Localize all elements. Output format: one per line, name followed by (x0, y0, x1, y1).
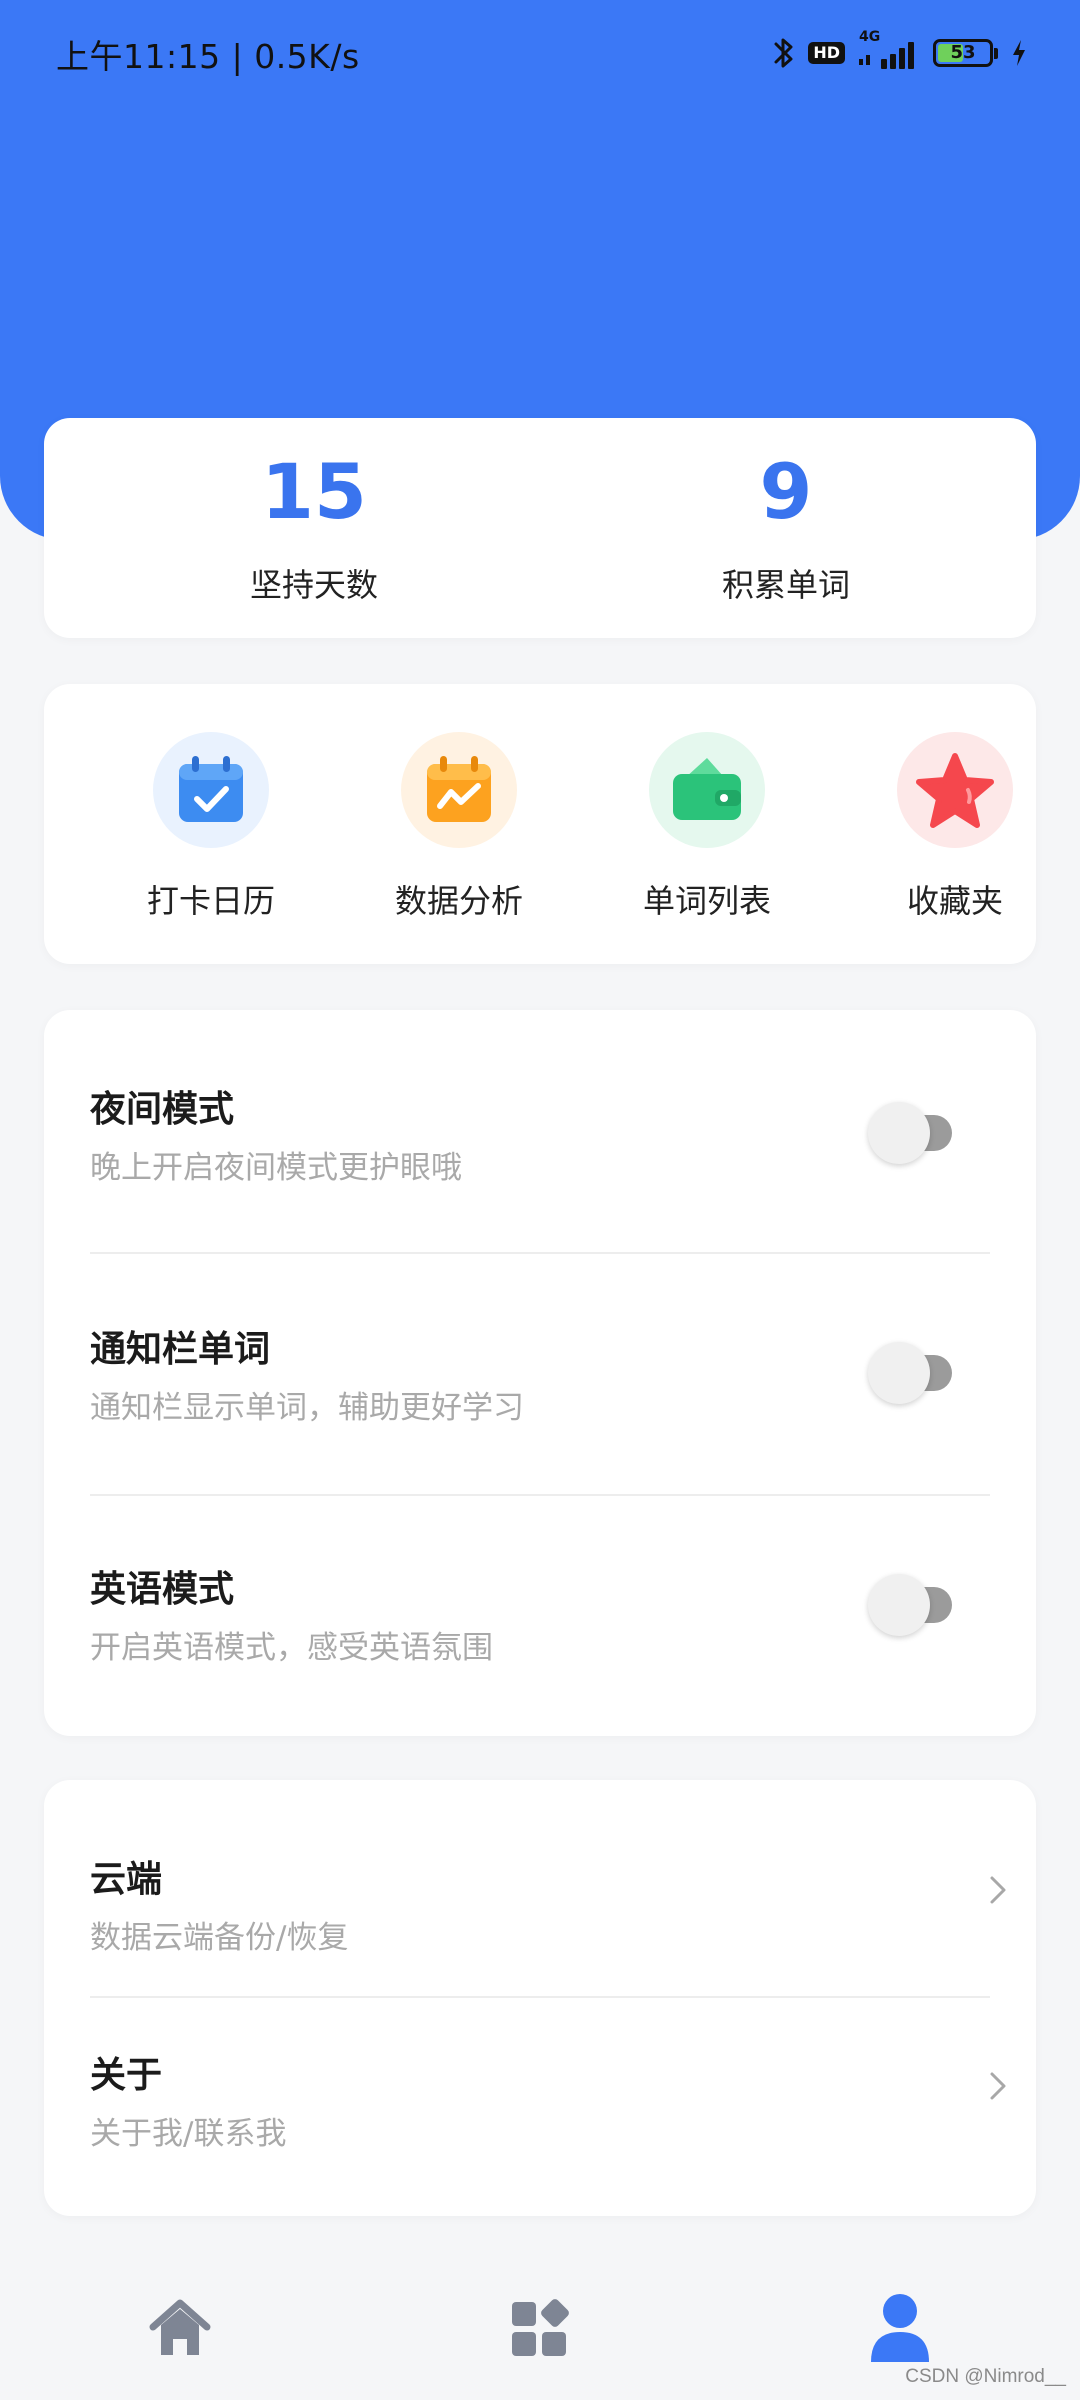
stat-words-value: 9 (759, 447, 813, 536)
setting-title: 夜间模式 (90, 1089, 235, 1130)
setting-about[interactable]: 关于 关于我/联系我 (44, 1998, 1036, 2216)
stat-words[interactable]: 9 积累单词 (636, 454, 936, 606)
chevron-right-icon (984, 1870, 1012, 1910)
stat-days-value: 15 (261, 447, 367, 536)
stats-card: 15 坚持天数 9 积累单词 (44, 418, 1036, 638)
setting-subtitle: 数据云端备份/恢复 (90, 1920, 349, 1956)
status-icons: HD 4G 53 (772, 28, 1028, 78)
calendar-check-icon (153, 732, 269, 848)
hd-badge: HD (808, 42, 845, 64)
stat-words-label: 积累单词 (721, 566, 850, 604)
battery-cap (994, 47, 998, 59)
chart-calendar-icon (401, 732, 517, 848)
link-settings-card: 云端 数据云端备份/恢复 关于 关于我/联系我 (44, 1780, 1036, 2216)
toggle-knob (868, 1574, 930, 1636)
toggle-knob (868, 1102, 930, 1164)
battery-icon: 53 (933, 39, 993, 67)
english-mode-toggle[interactable] (862, 1566, 992, 1646)
action-label: 单词列表 (642, 882, 771, 920)
stat-days-label: 坚持天数 (249, 566, 378, 604)
nav-home[interactable] (140, 2288, 220, 2368)
notification-words-toggle[interactable] (862, 1334, 992, 1414)
action-word-list[interactable]: 单词列表 (597, 732, 817, 922)
chevron-right-icon (984, 2066, 1012, 2106)
toggle-knob (868, 1342, 930, 1404)
setting-subtitle: 通知栏显示单词，辅助更好学习 (90, 1390, 524, 1426)
setting-subtitle: 晚上开启夜间模式更护眼哦 (90, 1150, 462, 1186)
setting-subtitle: 开启英语模式，感受英语氛围 (90, 1630, 493, 1666)
status-time: 上午11:15 | 0.5K/s (56, 37, 360, 76)
setting-title: 通知栏单词 (90, 1329, 271, 1370)
charging-icon (1010, 38, 1028, 68)
wallet-icon (649, 732, 765, 848)
home-icon (149, 2299, 211, 2355)
watermark: CSDN @Nimrod__ (905, 2366, 1066, 2387)
night-mode-toggle[interactable] (862, 1094, 992, 1174)
setting-title: 英语模式 (90, 1569, 235, 1610)
bluetooth-icon (772, 35, 796, 71)
nav-apps[interactable] (500, 2288, 580, 2368)
action-label: 数据分析 (394, 882, 523, 920)
action-data-analysis[interactable]: 数据分析 (349, 732, 569, 922)
setting-title: 关于 (90, 2055, 163, 2096)
action-checkin-calendar[interactable]: 打卡日历 (101, 732, 321, 922)
setting-subtitle: 关于我/联系我 (90, 2116, 287, 2152)
apps-icon (512, 2299, 569, 2356)
star-icon (897, 732, 1013, 848)
action-label: 打卡日历 (146, 882, 275, 920)
status-bar: 上午11:15 | 0.5K/s HD 4G 53 (0, 0, 1080, 110)
quick-actions-card: 打卡日历 数据分析 单词列表 收藏夹 (44, 684, 1036, 964)
signal-icon: 4G (857, 29, 921, 73)
action-favorites[interactable]: 收藏夹 (845, 732, 1065, 922)
stat-days[interactable]: 15 坚持天数 (164, 454, 464, 606)
setting-notification-words[interactable]: 通知栏单词 通知栏显示单词，辅助更好学习 (44, 1254, 1036, 1494)
action-label: 收藏夹 (906, 882, 1003, 920)
setting-title: 云端 (90, 1859, 163, 1900)
setting-cloud[interactable]: 云端 数据云端备份/恢复 (44, 1780, 1036, 1996)
toggle-settings-card: 夜间模式 晚上开启夜间模式更护眼哦 通知栏单词 通知栏显示单词，辅助更好学习 英… (44, 1010, 1036, 1736)
profile-icon (871, 2294, 929, 2362)
setting-english-mode[interactable]: 英语模式 开启英语模式，感受英语氛围 (44, 1496, 1036, 1736)
setting-night-mode[interactable]: 夜间模式 晚上开启夜间模式更护眼哦 (44, 1010, 1036, 1250)
nav-profile[interactable] (860, 2288, 940, 2368)
battery-percent: 53 (950, 42, 976, 63)
battery-indicator: 53 (933, 39, 998, 67)
